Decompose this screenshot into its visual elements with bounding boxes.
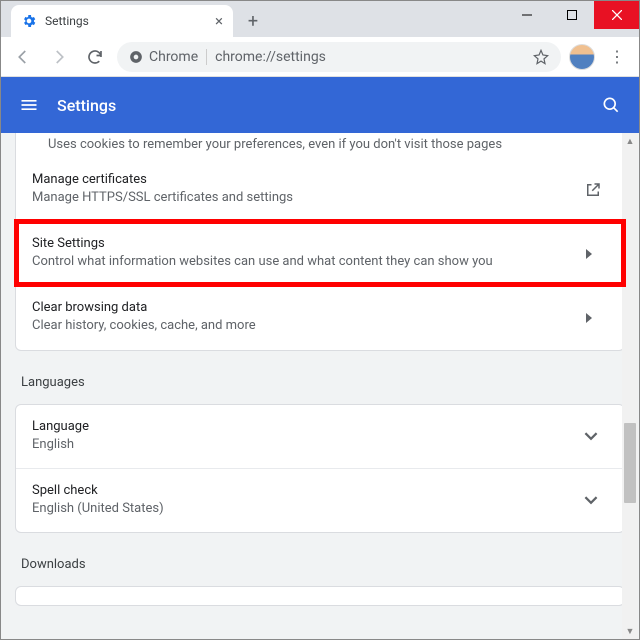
row-subtext: Manage HTTPS/SSL certificates and settin… xyxy=(32,189,584,207)
external-link-icon xyxy=(584,181,608,199)
scrollbar-thumb[interactable] xyxy=(624,423,636,503)
downloads-card xyxy=(15,586,625,606)
manage-certificates-row[interactable]: Manage certificates Manage HTTPS/SSL cer… xyxy=(16,158,624,221)
site-settings-row[interactable]: Site Settings Control what information w… xyxy=(16,221,624,285)
close-window-button[interactable] xyxy=(594,1,639,29)
scroll-down-arrow[interactable]: ▼ xyxy=(622,623,638,639)
new-tab-button[interactable]: + xyxy=(239,7,267,35)
scheme-label: Chrome xyxy=(149,49,198,65)
row-subtext: English (United States) xyxy=(32,500,584,518)
row-subtext: English xyxy=(32,436,584,454)
search-icon[interactable] xyxy=(601,95,621,115)
scroll-up-arrow[interactable]: ▲ xyxy=(622,133,638,149)
forward-button[interactable] xyxy=(45,43,73,71)
tab-title: Settings xyxy=(45,14,207,28)
window-titlebar: Settings × + xyxy=(1,1,639,37)
address-bar[interactable]: Chrome chrome://settings xyxy=(117,42,561,72)
row-label: Language xyxy=(32,419,584,434)
chevron-right-icon xyxy=(584,313,608,323)
row-label: Spell check xyxy=(32,483,584,498)
back-button[interactable] xyxy=(9,43,37,71)
row-label: Site Settings xyxy=(32,236,584,251)
page-title: Settings xyxy=(57,96,583,115)
bookmark-star-icon[interactable] xyxy=(533,49,549,65)
url-text: chrome://settings xyxy=(215,49,525,65)
chevron-down-icon xyxy=(584,429,608,443)
row-label: Clear browsing data xyxy=(32,300,584,315)
languages-section-title: Languages xyxy=(15,375,625,404)
profile-avatar[interactable] xyxy=(569,44,595,70)
row-subtext: Clear history, cookies, cache, and more xyxy=(32,317,584,335)
language-row[interactable]: Language English xyxy=(16,405,624,468)
row-subtext: Control what information websites can us… xyxy=(32,253,584,271)
reload-button[interactable] xyxy=(81,43,109,71)
spell-check-row[interactable]: Spell check English (United States) xyxy=(16,468,624,532)
clear-browsing-data-row[interactable]: Clear browsing data Clear history, cooki… xyxy=(16,285,624,349)
menu-icon[interactable] xyxy=(19,95,39,115)
vertical-scrollbar[interactable]: ▲ ▼ xyxy=(622,133,638,639)
browser-menu-button[interactable]: ⋮ xyxy=(603,47,631,66)
chevron-right-icon xyxy=(584,249,608,259)
privacy-card: Manage certificates Manage HTTPS/SSL cer… xyxy=(15,158,625,351)
languages-card: Language English Spell check English (Un… xyxy=(15,404,625,533)
omnibox-divider xyxy=(206,49,207,65)
downloads-section-title: Downloads xyxy=(15,557,625,586)
chrome-icon xyxy=(129,50,143,64)
settings-app-bar: Settings xyxy=(1,77,639,133)
settings-content: Uses cookies to remember your preference… xyxy=(1,133,639,639)
gear-icon xyxy=(21,13,37,29)
site-identity[interactable]: Chrome xyxy=(129,49,198,65)
minimize-button[interactable] xyxy=(504,1,549,29)
maximize-button[interactable] xyxy=(549,1,594,29)
row-label: Manage certificates xyxy=(32,172,584,187)
browser-tab[interactable]: Settings × xyxy=(11,5,233,37)
browser-toolbar: Chrome chrome://settings ⋮ xyxy=(1,37,639,77)
chevron-down-icon xyxy=(584,493,608,507)
close-tab-icon[interactable]: × xyxy=(215,12,223,30)
